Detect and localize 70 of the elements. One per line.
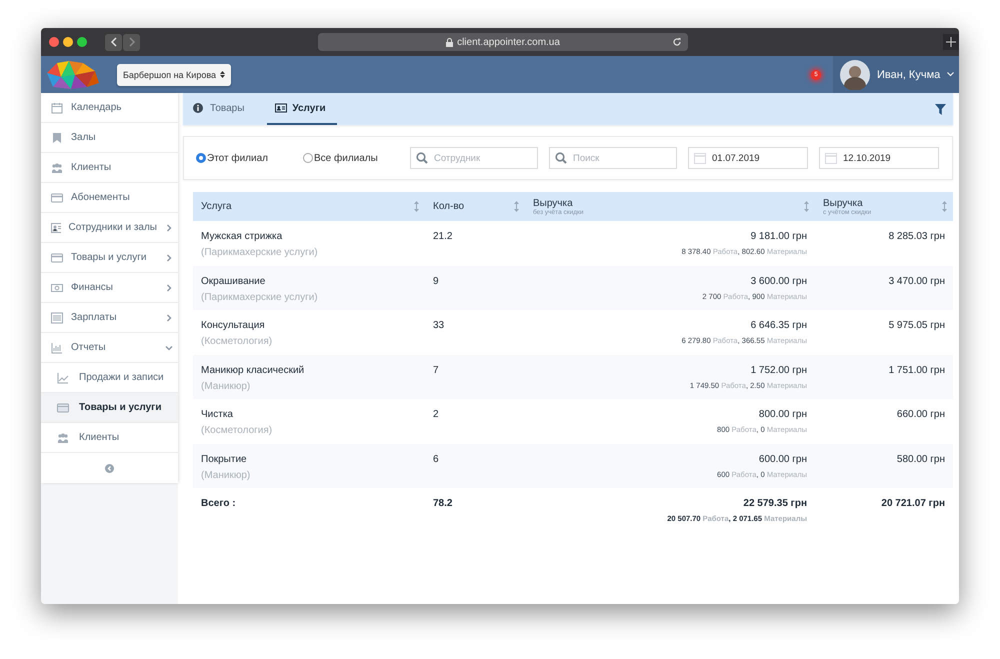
- table-cell: 21.2: [425, 221, 525, 266]
- chevron-icon: [165, 314, 173, 322]
- search-icon: [555, 152, 567, 164]
- avatar-icon[interactable]: [840, 60, 870, 90]
- chevron-icon: [165, 284, 173, 292]
- table-cell: Консультация (Косметология): [193, 310, 425, 354]
- table-cell: 5 975.05 грн: [815, 310, 953, 354]
- address-bar[interactable]: client.appointer.com.ua: [318, 33, 688, 51]
- calendar-icon: [694, 152, 706, 164]
- info-icon: [193, 103, 205, 113]
- back-button[interactable]: [105, 34, 122, 50]
- table-cell: 660.00 грн: [815, 399, 953, 444]
- radio-option[interactable]: Все филиалы: [303, 152, 410, 164]
- users-icon: [57, 432, 69, 444]
- table-cell: 1 751.00 грн: [815, 354, 953, 399]
- table-cell: 6: [425, 444, 525, 488]
- banknote-icon: [51, 282, 63, 294]
- chevron-icon: [165, 344, 173, 352]
- tab[interactable]: Товары: [193, 93, 256, 125]
- filter-icon[interactable]: [935, 104, 946, 114]
- chevron-left-icon: [110, 37, 118, 47]
- table-cell: 20 721.07 грн: [815, 488, 953, 532]
- radio-option[interactable]: Этот филиал: [196, 152, 303, 164]
- calendar-icon: [825, 152, 837, 164]
- table-cell: 580.00 грн: [815, 444, 953, 488]
- table-cell: Окрашивание (Парикмахерские услуги): [193, 266, 425, 310]
- card-icon: [51, 252, 63, 264]
- user-name[interactable]: Иван, Кучма: [877, 68, 940, 80]
- calendar-icon: [51, 102, 63, 114]
- table-cell: Чистка (Косметология): [193, 399, 425, 444]
- chevron-icon: [165, 224, 173, 232]
- table-cell: 33: [425, 310, 525, 354]
- search-icon: [416, 152, 428, 164]
- bookmark-icon: [51, 132, 63, 144]
- table-cell: 8 285.03 грн: [815, 221, 953, 266]
- table-cell: 3 470.00 грн: [815, 266, 953, 310]
- table-cell: Покрытие (Маникюр): [193, 444, 425, 488]
- branch-select[interactable]: Барбершоп на Кирова: [117, 64, 231, 86]
- date-field[interactable]: 01.07.2019: [688, 147, 808, 169]
- id-card-icon: [51, 222, 61, 234]
- plus-icon: [946, 37, 956, 47]
- chevron-icon: [165, 254, 173, 262]
- users-icon: [51, 162, 63, 174]
- table-cell: Всего :: [193, 488, 425, 532]
- id-card-icon: [275, 103, 288, 113]
- line-chart-icon: [57, 372, 69, 384]
- table-cell: 78.2: [425, 488, 525, 532]
- caret-icon[interactable]: [947, 72, 954, 77]
- date-field[interactable]: 12.10.2019: [819, 147, 939, 169]
- new-tab-button[interactable]: [943, 34, 959, 50]
- url-text: client.appointer.com.ua: [457, 36, 560, 48]
- table-cell: Мужская стрижка (Парикмахерские услуги): [193, 221, 425, 266]
- table-cell: 2: [425, 399, 525, 444]
- table-cell: 7: [425, 354, 525, 399]
- forward-button[interactable]: [123, 34, 140, 50]
- table-cell: 9: [425, 266, 525, 310]
- column-header[interactable]: Услуга: [193, 192, 425, 221]
- lock-icon: [446, 38, 454, 46]
- card-icon: [57, 402, 69, 414]
- list-icon: [51, 312, 63, 324]
- chevron-right-icon: [128, 37, 136, 47]
- sidebar-subitem[interactable]: Товары и услуги: [41, 393, 178, 423]
- logo-icon[interactable]: [45, 58, 101, 90]
- card-icon: [51, 192, 63, 204]
- reload-icon[interactable]: [672, 37, 682, 47]
- column-header[interactable]: Кол-во: [425, 192, 525, 221]
- bar-chart-icon: [51, 342, 63, 354]
- updown-arrows-icon: [220, 70, 225, 79]
- tab[interactable]: Услуги: [267, 93, 337, 125]
- table-cell: Маникюр класический (Маникюр): [193, 354, 425, 399]
